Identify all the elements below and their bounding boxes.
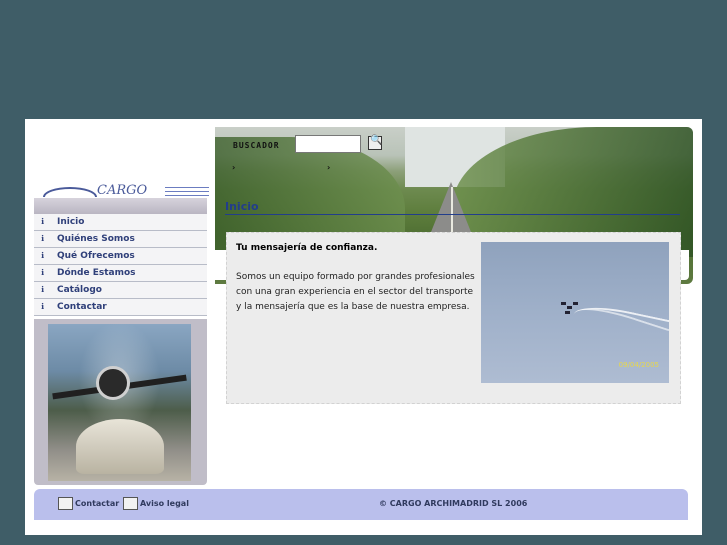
arrow-icon: ›: [232, 163, 236, 172]
logo-lines: [165, 187, 209, 197]
logo-text: CARGO: [97, 183, 148, 197]
chat-icon: [58, 497, 73, 510]
bullet-icon: ℹ: [41, 234, 45, 243]
footer-contact-label: Contactar: [75, 499, 120, 508]
sidebar-photo-frame: [34, 319, 207, 485]
speedometer: [96, 366, 130, 400]
site-logo[interactable]: CARGO: [35, 181, 210, 197]
search-input[interactable]: [295, 135, 361, 153]
jet: [561, 302, 566, 305]
bullet-icon: ℹ: [41, 251, 45, 260]
nav-item-label: Catálogo: [57, 285, 102, 295]
content-heading: Tu mensajería de confianza.: [236, 243, 378, 253]
smoke-trail: [571, 299, 670, 353]
search-button[interactable]: 🔍: [368, 135, 383, 150]
footer-legal-link[interactable]: Aviso legal: [123, 497, 189, 510]
nav-item-que-ofrecemos[interactable]: ℹ Qué Ofrecemos: [34, 248, 207, 265]
nav-item-label: Qué Ofrecemos: [57, 251, 135, 261]
footer-bar: Contactar Aviso legal © CARGO ARCHIMADRI…: [34, 489, 688, 520]
magnifier-icon: 🔍: [370, 135, 383, 146]
breadcrumb-link-1[interactable]: ›: [232, 163, 238, 172]
nav-header-bar: [34, 198, 207, 214]
page-container: CARGO ℹ Inicio ℹ Quiénes Somos ℹ Qué Ofr…: [25, 119, 702, 535]
motorcycle-photo: [48, 324, 191, 481]
nav-item-label: Contactar: [57, 302, 107, 312]
airshow-photo: 09/04/2005: [481, 242, 670, 383]
nav-item-inicio[interactable]: ℹ Inicio: [34, 214, 207, 231]
jet: [565, 311, 570, 314]
photo-date-stamp: 09/04/2005: [618, 361, 659, 369]
nav-item-donde-estamos[interactable]: ℹ Dónde Estamos: [34, 265, 207, 282]
logo-emblem: [43, 187, 97, 197]
search-label: BUSCADOR: [233, 141, 280, 150]
breadcrumb-link-2[interactable]: ›: [327, 163, 333, 172]
sidebar-nav: ℹ Inicio ℹ Quiénes Somos ℹ Qué Ofrecemos…: [34, 198, 207, 316]
title-divider: [225, 214, 680, 215]
footer-legal-label: Aviso legal: [140, 499, 189, 508]
nav-item-catalogo[interactable]: ℹ Catálogo: [34, 282, 207, 299]
nav-item-label: Quiénes Somos: [57, 234, 135, 244]
nav-item-quienes-somos[interactable]: ℹ Quiénes Somos: [34, 231, 207, 248]
bullet-icon: ℹ: [41, 217, 45, 226]
jet: [567, 306, 572, 309]
main-content-box: Tu mensajería de confianza. Somos un equ…: [226, 232, 681, 404]
arrow-icon: ›: [327, 163, 331, 172]
nav-item-label: Dónde Estamos: [57, 268, 136, 278]
bullet-icon: ℹ: [41, 302, 45, 311]
nav-item-contactar[interactable]: ℹ Contactar: [34, 299, 207, 316]
footer-contact-link[interactable]: Contactar: [58, 497, 120, 510]
bullet-icon: ℹ: [41, 268, 45, 277]
bullet-icon: ℹ: [41, 285, 45, 294]
copyright-text: © CARGO ARCHIMADRID SL 2006: [379, 499, 528, 508]
nav-item-label: Inicio: [57, 217, 85, 227]
content-body: Somos un equipo formado por grandes prof…: [236, 272, 475, 312]
jet: [573, 302, 578, 305]
edit-document-icon: [123, 497, 138, 510]
fuel-tank: [76, 419, 164, 474]
page-title: Inicio: [225, 200, 259, 213]
